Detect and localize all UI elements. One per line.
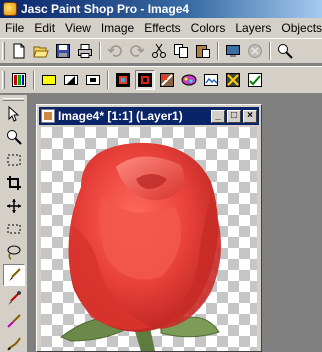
image-canvas[interactable] [41, 127, 257, 351]
window-title: Jasc Paint Shop Pro - Image4 [21, 2, 190, 16]
palette-grip[interactable] [3, 98, 24, 101]
toolbar-separator [217, 42, 219, 60]
menu-edit[interactable]: Edit [29, 21, 60, 35]
redo-icon[interactable] [127, 41, 147, 61]
open-icon[interactable] [31, 41, 51, 61]
effect-browser-icon[interactable] [201, 70, 221, 90]
menu-bar: File Edit View Image Effects Colors Laye… [0, 18, 322, 38]
crop-icon[interactable] [3, 172, 25, 194]
save-icon[interactable] [53, 41, 73, 61]
paintbrush-icon[interactable] [3, 264, 25, 286]
palettes-toolbar [0, 66, 322, 94]
image-window-titlebar[interactable]: Image4* [1:1] (Layer1) _ □ × [39, 107, 259, 125]
toolbar-separator [107, 71, 109, 89]
move-icon[interactable] [3, 195, 25, 217]
image-window-icon[interactable] [41, 109, 55, 123]
maximize-button[interactable]: □ [227, 109, 241, 123]
zoom-icon[interactable] [275, 41, 295, 61]
freehand-selection-icon[interactable] [3, 218, 25, 240]
image-window-title: Image4* [1:1] (Layer1) [58, 109, 183, 123]
fill-icon[interactable] [61, 70, 81, 90]
overview-icon[interactable] [113, 70, 133, 90]
animation-icon[interactable] [223, 70, 243, 90]
toolbar-separator [269, 42, 271, 60]
menu-image[interactable]: Image [96, 21, 139, 35]
new-icon[interactable] [9, 41, 29, 61]
histogram-icon[interactable] [135, 70, 155, 90]
script-icon[interactable] [179, 70, 199, 90]
clone-brush-icon[interactable] [3, 310, 25, 332]
toolbar-separator [99, 42, 101, 60]
close-button[interactable]: × [243, 109, 257, 123]
browser-icon[interactable] [223, 41, 243, 61]
menu-view[interactable]: View [60, 21, 96, 35]
minimize-button[interactable]: _ [211, 109, 225, 123]
tools-palette [0, 95, 28, 352]
title-bar: Jasc Paint Shop Pro - Image4 [0, 0, 322, 18]
retouch-icon[interactable] [3, 333, 25, 352]
ok-icon[interactable] [245, 70, 265, 90]
toolbar-grip[interactable] [2, 71, 5, 89]
copy-icon[interactable] [171, 41, 191, 61]
undo-icon[interactable] [105, 41, 125, 61]
layer-icon[interactable] [83, 70, 103, 90]
cut-icon[interactable] [149, 41, 169, 61]
dropper-icon[interactable] [3, 287, 25, 309]
app-window: Jasc Paint Shop Pro - Image4 File Edit V… [0, 0, 322, 352]
menu-objects[interactable]: Objects [276, 21, 322, 35]
color-yellow-icon[interactable] [39, 70, 59, 90]
menu-file[interactable]: File [0, 21, 29, 35]
standard-toolbar [0, 38, 322, 64]
rose-image [59, 142, 221, 351]
paste-icon[interactable] [193, 41, 213, 61]
menu-effects[interactable]: Effects [139, 21, 185, 35]
selection-icon[interactable] [3, 149, 25, 171]
app-icon[interactable] [3, 2, 17, 16]
toolbar-separator [33, 71, 35, 89]
arrow-icon[interactable] [3, 103, 25, 125]
zoom-icon[interactable] [3, 126, 25, 148]
toolbar-grip[interactable] [2, 42, 5, 60]
tool-options-icon[interactable] [157, 70, 177, 90]
stop-icon[interactable] [245, 41, 265, 61]
image-window[interactable]: Image4* [1:1] (Layer1) _ □ × [36, 104, 262, 352]
menu-layers[interactable]: Layers [230, 21, 276, 35]
menu-colors[interactable]: Colors [186, 21, 231, 35]
print-icon[interactable] [75, 41, 95, 61]
lasso-icon[interactable] [3, 241, 25, 263]
palette-icon[interactable] [9, 70, 29, 90]
